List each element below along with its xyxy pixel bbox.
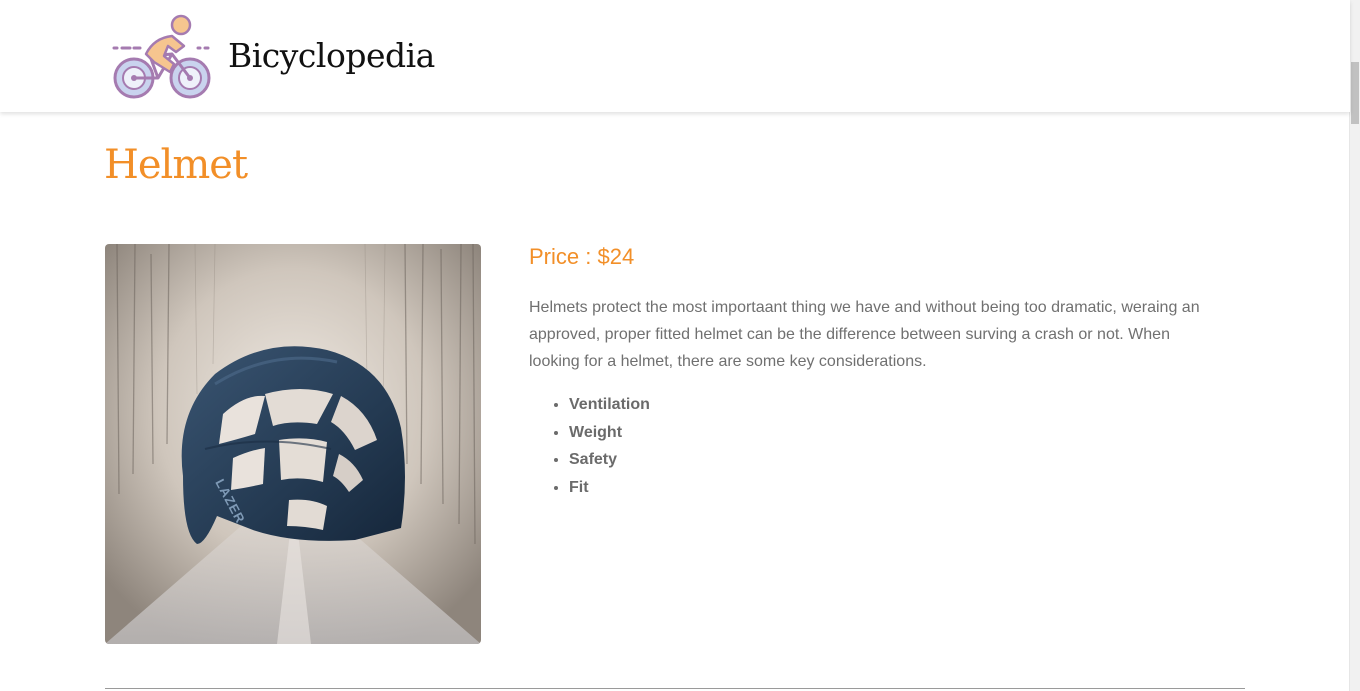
- scrollbar[interactable]: [1349, 0, 1360, 691]
- page-title: Helmet: [104, 142, 248, 188]
- divider: [105, 688, 1245, 689]
- product-description: Helmets protect the most importaant thin…: [529, 299, 1200, 370]
- site-header: Bicyclopedia: [0, 0, 1350, 112]
- feature-list: Ventilation Weight Safety Fit: [529, 391, 650, 501]
- list-item: Fit: [569, 474, 650, 502]
- scrollbar-thumb[interactable]: [1351, 62, 1359, 124]
- price: Price : $24: [529, 244, 634, 270]
- list-item: Weight: [569, 419, 650, 447]
- price-label: Price :: [529, 244, 598, 269]
- brand-title[interactable]: Bicyclopedia: [228, 36, 435, 75]
- cyclist-logo-icon[interactable]: [110, 12, 214, 102]
- price-value: $24: [597, 244, 635, 269]
- list-item: Ventilation: [569, 391, 650, 419]
- helmet-product-image: LAZER: [105, 244, 481, 644]
- page: Bicyclopedia Helmet LAZER Price: $24 He…: [0, 0, 1360, 691]
- list-item: Safety: [569, 446, 650, 474]
